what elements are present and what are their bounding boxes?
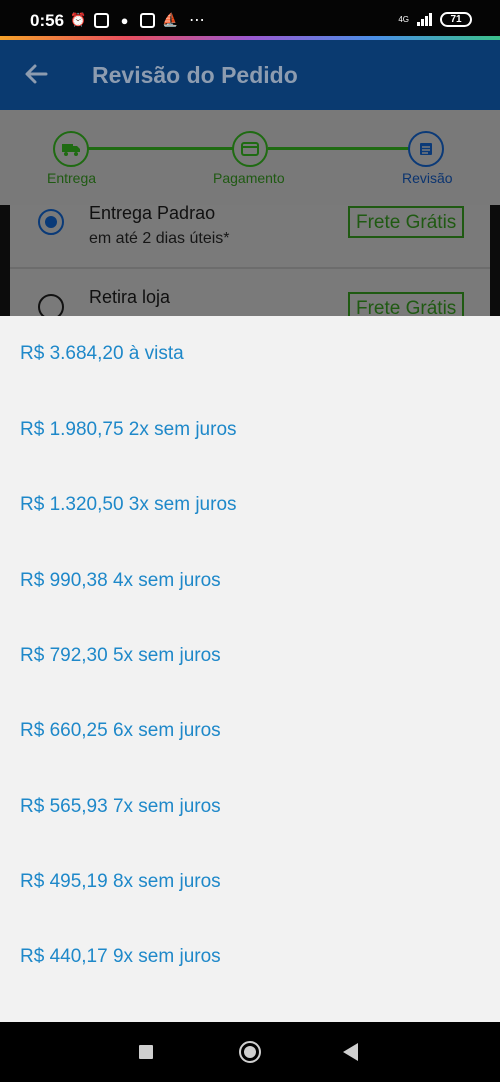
checkout-stepper: Entrega Pagamento Revisão — [0, 110, 500, 205]
step-label-delivery: Entrega — [47, 170, 97, 186]
more-notifications-icon: ⋯ — [189, 12, 206, 29]
news-icon — [93, 12, 110, 29]
page-title: Revisão do Pedido — [92, 62, 298, 88]
ship-icon: ⛵ — [162, 12, 179, 27]
step-label-payment: Pagamento — [213, 170, 285, 186]
free-shipping-badge: Frete Grátis — [348, 206, 465, 238]
document-icon — [420, 143, 432, 155]
shipping-subtitle-standard: em até 2 dias úteis* — [89, 230, 230, 247]
installment-option[interactable]: R$ 440,17 9x sem juros — [20, 937, 480, 977]
installment-option[interactable]: R$ 495,19 8x sem juros — [20, 862, 480, 902]
truck-icon — [62, 144, 80, 156]
installment-option[interactable]: R$ 1.980,75 2x sem juros — [20, 410, 480, 450]
alarm-icon: ⏰ — [70, 12, 87, 27]
signal-icon — [417, 13, 432, 26]
installment-option[interactable]: R$ 3.684,20 à vista — [20, 334, 480, 374]
system-indicators: 4G 71 — [398, 12, 472, 27]
installment-option[interactable]: R$ 660,25 6x sem juros — [20, 711, 480, 751]
battery-icon: 71 — [440, 12, 472, 27]
step-connector — [268, 147, 410, 150]
status-time: 0:56 — [30, 11, 65, 30]
installment-option[interactable]: R$ 565,93 7x sem juros — [20, 787, 480, 827]
shipping-options: Entrega Padrao em até 2 dias úteis* Fret… — [10, 203, 490, 324]
divider — [10, 267, 490, 269]
app-bar: Revisão do Pedido — [0, 40, 500, 110]
step-delivery[interactable] — [53, 131, 89, 167]
step-connector — [88, 147, 234, 150]
shipping-title-store-pickup: Retira loja — [89, 287, 171, 307]
step-label-review: Revisão — [402, 170, 453, 186]
installment-sheet: R$ 3.684,20 à vista R$ 1.980,75 2x sem j… — [0, 316, 500, 1022]
notification-icons: ⏰ ● ⛵ ⋯ — [70, 10, 206, 30]
card-icon — [241, 142, 259, 156]
home-icon[interactable] — [239, 1041, 261, 1063]
mail-icon — [139, 12, 156, 29]
system-nav-bar — [0, 1022, 500, 1082]
back-icon[interactable] — [343, 1043, 358, 1061]
back-arrow-icon[interactable] — [22, 60, 50, 88]
status-bar: 0:56 ⏰ ● ⛵ ⋯ 4G 71 — [0, 0, 500, 40]
installment-option[interactable]: R$ 792,30 5x sem juros — [20, 636, 480, 676]
installment-option[interactable]: R$ 990,38 4x sem juros — [20, 561, 480, 601]
recents-icon[interactable] — [139, 1045, 153, 1059]
facebook-icon: ● — [120, 12, 129, 28]
shipping-title-standard: Entrega Padrao — [89, 203, 216, 223]
installment-option[interactable]: R$ 1.320,50 3x sem juros — [20, 485, 480, 525]
step-payment[interactable] — [232, 131, 268, 167]
step-review[interactable] — [408, 131, 444, 167]
shipping-radio-standard[interactable] — [38, 209, 64, 235]
network-type: 4G — [398, 14, 409, 24]
